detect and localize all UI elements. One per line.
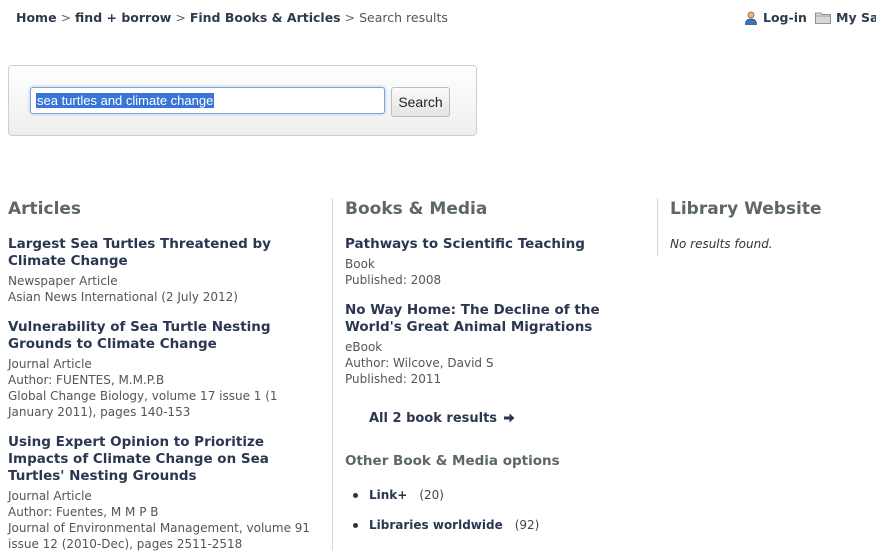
user-icon — [745, 11, 757, 25]
search-query-text: sea turtles and climate change — [36, 93, 215, 108]
breadcrumb-separator: > — [344, 10, 356, 25]
book-meta: eBook Author: Wilcove, David S Published… — [345, 339, 635, 387]
other-options-heading: Other Book & Media options — [345, 453, 560, 469]
books-heading: Books & Media — [345, 199, 488, 219]
book-result: Pathways to Scientific Teaching Book Pub… — [345, 236, 635, 288]
breadcrumb-current: Search results — [359, 10, 448, 25]
no-results-text: No results found. — [670, 237, 773, 251]
article-title-link[interactable]: Using Expert Opinion to Prioritize Impac… — [8, 434, 313, 485]
my-saved-label: My Save — [836, 10, 876, 25]
login-label: Log-in — [763, 10, 807, 25]
book-published: Published: 2011 — [345, 372, 442, 386]
breadcrumb-find-books-articles[interactable]: Find Books & Articles — [190, 10, 341, 25]
article-type: Newspaper Article — [8, 274, 118, 288]
other-option-item: Libraries worldwide (92) — [345, 517, 635, 533]
book-title-link[interactable]: No Way Home: The Decline of the World's … — [345, 302, 635, 336]
article-result: Vulnerability of Sea Turtle Nesting Grou… — [8, 319, 313, 420]
article-result: Largest Sea Turtles Threatened by Climat… — [8, 236, 313, 305]
articles-column: Articles Largest Sea Turtles Threatened … — [8, 198, 313, 552]
article-type: Journal Article — [8, 489, 92, 503]
other-option-count: (92) — [514, 518, 540, 532]
other-option-link[interactable]: Link+ — [369, 488, 407, 502]
other-option-count: (20) — [419, 488, 444, 502]
article-title-link[interactable]: Vulnerability of Sea Turtle Nesting Grou… — [8, 319, 313, 353]
articles-heading: Articles — [8, 199, 82, 219]
folder-icon — [815, 12, 831, 24]
column-divider — [657, 198, 658, 256]
article-author: Author: Fuentes, M M P B — [8, 505, 159, 519]
article-meta: Journal Article Author: FUENTES, M.M.P.B… — [8, 356, 313, 420]
article-source: Journal of Environmental Management, vol… — [8, 521, 311, 551]
breadcrumb-separator: > — [60, 10, 72, 25]
breadcrumb: Home > find + borrow > Find Books & Articles… — [16, 10, 448, 25]
search-button[interactable]: Search — [391, 87, 450, 117]
breadcrumb-find-borrow[interactable]: find + borrow — [75, 10, 171, 25]
article-source: Asian News International (2 July 2012) — [8, 290, 238, 304]
article-source: Global Change Biology, volume 17 issue 1… — [8, 389, 278, 419]
my-saved-link[interactable]: My Save — [815, 10, 876, 25]
book-meta: Book Published: 2008 — [345, 256, 635, 288]
article-title-link[interactable]: Largest Sea Turtles Threatened by Climat… — [8, 236, 313, 270]
article-result: Using Expert Opinion to Prioritize Impac… — [8, 434, 313, 552]
book-title-link[interactable]: Pathways to Scientific Teaching — [345, 236, 635, 253]
article-meta: Newspaper Article Asian News Internation… — [8, 273, 313, 305]
book-published: Published: 2008 — [345, 273, 442, 287]
breadcrumb-home[interactable]: Home — [16, 10, 57, 25]
book-type: eBook — [345, 340, 383, 354]
book-type: Book — [345, 257, 375, 271]
login-link[interactable]: Log-in — [744, 10, 807, 25]
column-divider — [332, 198, 333, 550]
book-author: Author: Wilcove, David S — [345, 356, 494, 370]
other-options-list: Link+ (20) Libraries worldwide (92) — [345, 487, 635, 533]
breadcrumb-separator: > — [175, 10, 186, 25]
other-option-link[interactable]: Libraries worldwide — [369, 518, 503, 532]
article-meta: Journal Article Author: Fuentes, M M P B… — [8, 488, 313, 552]
website-heading: Library Website — [670, 199, 822, 219]
books-column: Books & Media Pathways to Scientific Tea… — [345, 198, 635, 533]
other-option-item: Link+ (20) — [345, 487, 635, 503]
website-column: Library Website No results found. — [670, 198, 870, 251]
search-input[interactable]: sea turtles and climate change — [30, 87, 385, 114]
arrow-right-icon — [503, 413, 515, 423]
article-type: Journal Article — [8, 357, 92, 371]
book-result: No Way Home: The Decline of the World's … — [345, 302, 635, 387]
all-book-results-link[interactable]: All 2 book results — [369, 411, 635, 426]
all-book-results-label: All 2 book results — [369, 411, 498, 426]
article-author: Author: FUENTES, M.M.P.B — [8, 373, 165, 387]
search-panel: sea turtles and climate change Search — [8, 65, 477, 136]
